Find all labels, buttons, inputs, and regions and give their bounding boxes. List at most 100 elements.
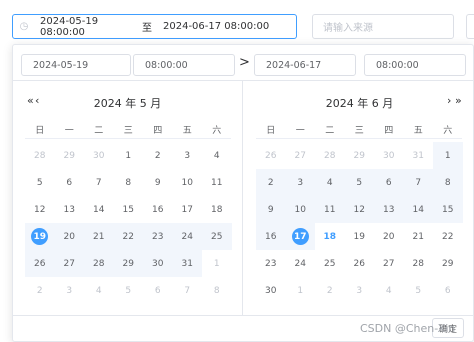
calendar-day-cell[interactable]: 17: [173, 196, 203, 223]
calendar-day-number: 8: [213, 285, 220, 296]
calendar-day-cell[interactable]: 28: [404, 250, 434, 277]
calendar-day-cell[interactable]: 29: [345, 142, 375, 169]
calendar-day-cell[interactable]: 9: [143, 169, 173, 196]
datetime-range-input[interactable]: ◷ 2024-05-19 08:00:00 至 2024-06-17 08:00…: [12, 14, 297, 39]
start-time-input[interactable]: 08:00:00: [133, 54, 235, 76]
calendar-day-cell[interactable]: 19: [345, 223, 375, 250]
calendar-day-cell[interactable]: 22: [433, 223, 463, 250]
calendar-day-cell[interactable]: 6: [374, 169, 404, 196]
calendar-day-cell[interactable]: 3: [173, 142, 203, 169]
calendar-day-cell[interactable]: 2: [143, 142, 173, 169]
weekday-divider: [25, 138, 231, 139]
calendar-day-cell[interactable]: 2: [256, 169, 286, 196]
calendar-day-cell[interactable]: 30: [143, 250, 173, 277]
calendar-day-cell[interactable]: 7: [84, 169, 114, 196]
calendar-day-cell[interactable]: 28: [84, 250, 114, 277]
calendar-day-cell[interactable]: 1: [202, 250, 232, 277]
calendar-day-cell[interactable]: 27: [286, 142, 316, 169]
calendar-day-cell[interactable]: 2: [315, 277, 345, 304]
calendar-day-cell[interactable]: 29: [55, 142, 85, 169]
calendar-day-cell[interactable]: 10: [285, 196, 315, 223]
calendar-day-cell[interactable]: 27: [54, 250, 84, 277]
calendar-day-cell[interactable]: 23: [143, 223, 173, 250]
calendar-day-cell[interactable]: 24: [286, 250, 316, 277]
end-time-input[interactable]: 08:00:00: [364, 54, 466, 76]
calendar-day-cell[interactable]: 11: [315, 196, 345, 223]
calendar-day-cell[interactable]: 17: [285, 223, 315, 250]
calendar-day-cell[interactable]: 24: [172, 223, 202, 250]
calendar-day-cell[interactable]: 13: [374, 196, 404, 223]
calendar-day-cell[interactable]: 4: [202, 142, 232, 169]
calendar-day-cell[interactable]: 12: [344, 196, 374, 223]
calendar-day-cell[interactable]: 6: [143, 277, 173, 304]
calendar-day-cell[interactable]: 6: [55, 169, 85, 196]
calendar-day-cell[interactable]: 31: [172, 250, 202, 277]
calendar-day-number: 29: [442, 258, 454, 269]
calendar-day-cell[interactable]: 4: [315, 169, 345, 196]
calendar-day-cell[interactable]: 18: [202, 196, 232, 223]
calendar-day-cell[interactable]: 22: [113, 223, 143, 250]
calendar-day-cell[interactable]: 1: [433, 142, 463, 169]
calendar-day-cell[interactable]: 12: [25, 196, 55, 223]
date-grid-left: 28 29 30 1 2 3 4 5 6 7 8 9 10 11 12 13 14 15 16 17 18 19 20 21 2…: [25, 142, 232, 304]
calendar-day-cell[interactable]: 3: [55, 277, 85, 304]
calendar-day-number: 10: [181, 177, 193, 188]
range-start-text[interactable]: 2024-05-19 08:00:00: [35, 16, 137, 38]
calendar-day-number: 26: [265, 150, 277, 161]
calendar-day-cell[interactable]: 20: [54, 223, 84, 250]
calendar-day-number: 3: [356, 285, 363, 296]
calendar-day-cell[interactable]: 3: [285, 169, 315, 196]
calendar-day-cell[interactable]: 30: [84, 142, 114, 169]
calendar-day-cell[interactable]: 29: [113, 250, 143, 277]
calendar-day-cell[interactable]: 29: [433, 250, 463, 277]
calendar-day-cell[interactable]: 14: [403, 196, 433, 223]
start-date-input[interactable]: 2024-05-19: [21, 54, 131, 76]
calendar-day-cell[interactable]: 8: [433, 169, 463, 196]
calendar-day-cell[interactable]: 4: [84, 277, 114, 304]
calendar-day-cell[interactable]: 1: [286, 277, 316, 304]
calendar-day-cell[interactable]: 31: [404, 142, 434, 169]
calendar-day-cell[interactable]: 23: [256, 250, 286, 277]
calendar-day-cell[interactable]: 14: [84, 196, 114, 223]
calendar-day-cell[interactable]: 26: [256, 142, 286, 169]
range-end-text[interactable]: 2024-06-17 08:00:00: [157, 21, 296, 32]
calendar-day-cell[interactable]: 4: [374, 277, 404, 304]
calendar-day-cell[interactable]: 21: [404, 223, 434, 250]
calendar-day-cell[interactable]: 27: [374, 250, 404, 277]
calendar-day-cell[interactable]: 2: [25, 277, 55, 304]
calendar-day-cell[interactable]: 5: [114, 277, 144, 304]
calendar-day-cell[interactable]: 6: [433, 277, 463, 304]
calendar-day-cell[interactable]: 5: [404, 277, 434, 304]
calendar-day-cell[interactable]: 5: [344, 169, 374, 196]
calendar-day-cell[interactable]: 16: [143, 196, 173, 223]
source-input[interactable]: 请输入来源: [312, 14, 454, 39]
calendar-day-cell[interactable]: 1: [114, 142, 144, 169]
calendar-day-cell[interactable]: 25: [202, 223, 232, 250]
calendar-day-cell[interactable]: 28: [315, 142, 345, 169]
calendar-day-cell[interactable]: 30: [256, 277, 286, 304]
calendar-day-cell[interactable]: 28: [25, 142, 55, 169]
calendar-day-cell[interactable]: 10: [173, 169, 203, 196]
calendar-day-cell[interactable]: 7: [403, 169, 433, 196]
calendar-day-cell[interactable]: 16: [256, 223, 286, 250]
calendar-day-cell[interactable]: 8: [114, 169, 144, 196]
calendar-day-cell[interactable]: 20: [374, 223, 404, 250]
calendar-day-cell[interactable]: 30: [374, 142, 404, 169]
calendar-day-cell[interactable]: 21: [84, 223, 114, 250]
calendar-day-cell[interactable]: 18: [315, 223, 345, 250]
calendar-day-cell[interactable]: 5: [25, 169, 55, 196]
calendar-day-cell[interactable]: 3: [345, 277, 375, 304]
calendar-day-cell[interactable]: 26: [345, 250, 375, 277]
calendar-day-cell[interactable]: 11: [202, 169, 232, 196]
calendar-day-cell[interactable]: 7: [173, 277, 203, 304]
calendar-day-cell[interactable]: 15: [114, 196, 144, 223]
calendar-day-cell[interactable]: 9: [256, 196, 286, 223]
calendar-day-cell[interactable]: 15: [433, 196, 463, 223]
end-date-input[interactable]: 2024-06-17: [254, 54, 356, 76]
calendar-panel-right: › » 2024 年 6 月 日一二三四五六 26 27 28 29 30 31 1 2 3 4 5…: [244, 81, 474, 315]
calendar-day-cell[interactable]: 19: [25, 223, 55, 250]
calendar-day-cell[interactable]: 26: [25, 250, 55, 277]
calendar-day-cell[interactable]: 13: [55, 196, 85, 223]
calendar-day-cell[interactable]: 8: [202, 277, 232, 304]
calendar-day-cell[interactable]: 25: [315, 250, 345, 277]
